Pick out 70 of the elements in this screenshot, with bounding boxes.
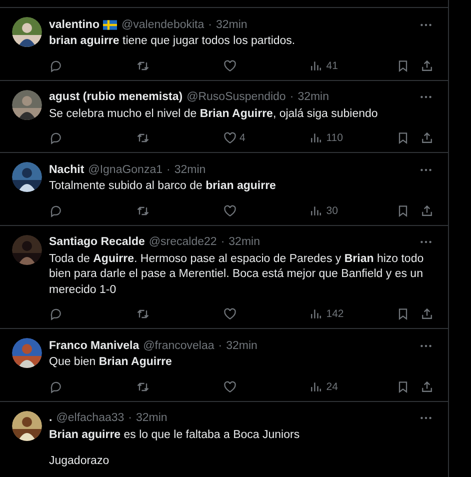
retweet-icon[interactable] (136, 307, 150, 321)
heart-icon[interactable] (222, 380, 236, 394)
view-count: 41 (326, 60, 338, 72)
share-icon[interactable] (420, 380, 434, 394)
user-handle[interactable]: @valendebokita (121, 18, 204, 30)
view-count: 142 (326, 308, 344, 320)
reply-icon[interactable] (49, 131, 63, 145)
timestamp[interactable]: 32min (298, 91, 330, 103)
share-icon[interactable] (420, 58, 434, 72)
share-icon[interactable] (420, 131, 434, 145)
tweet-text: brian aguirre tiene que jugar todos los partidos. (49, 34, 296, 49)
more-icon[interactable] (420, 416, 432, 420)
timestamp[interactable]: 32min (228, 236, 260, 248)
more-icon[interactable] (420, 95, 432, 99)
views-icon[interactable] (309, 307, 324, 321)
timestamp[interactable]: 32min (216, 18, 248, 30)
heart-icon[interactable] (222, 307, 236, 321)
user-name[interactable]: . (49, 412, 52, 424)
like-count: 4 (240, 132, 246, 144)
timestamp[interactable]: 32min (226, 340, 258, 352)
bookmark-icon[interactable] (396, 380, 410, 394)
heart-icon[interactable] (222, 58, 236, 72)
bookmark-icon[interactable] (396, 58, 410, 72)
bookmark-icon[interactable] (396, 131, 410, 145)
user-handle[interactable]: @srecalde22 (148, 236, 217, 248)
views-icon[interactable] (309, 131, 324, 145)
view-count: 24 (326, 380, 338, 392)
bookmark-icon[interactable] (396, 307, 410, 321)
separator-dot: · (166, 164, 170, 176)
tweet-text: Totalmente subido al barco de brian aguirre (49, 179, 277, 194)
separator-dot: · (218, 340, 222, 352)
more-icon[interactable] (420, 240, 432, 244)
view-count: 110 (326, 132, 343, 144)
reply-icon[interactable] (49, 204, 63, 218)
user-name[interactable]: Franco Manivela (49, 340, 140, 352)
user-name[interactable]: Nachit (49, 164, 84, 176)
heart-icon[interactable] (222, 131, 236, 145)
views-icon[interactable] (309, 58, 324, 72)
views-icon[interactable] (309, 204, 324, 218)
tweet-text: Que bien Brian Aguirre (49, 355, 173, 370)
separator-dot: · (290, 91, 294, 103)
user-name[interactable]: Santiago Recalde (49, 236, 145, 248)
share-icon[interactable] (420, 204, 434, 218)
share-icon[interactable] (420, 307, 434, 321)
tweet-text: Brian aguirre es lo que le faltaba a Boca Juniors (49, 428, 301, 442)
tweet-text: Se celebra mucho el nivel de Brian Aguirre, ojalá siga subiendo (49, 106, 379, 122)
more-icon[interactable] (420, 168, 432, 172)
view-count: 30 (326, 204, 338, 216)
reply-icon[interactable] (49, 307, 63, 321)
user-handle[interactable]: @IgnaGonza1 (88, 164, 162, 176)
separator-dot: · (208, 18, 212, 30)
user-handle[interactable]: @RusoSuspendido (186, 91, 286, 103)
timestamp[interactable]: 32min (174, 164, 206, 176)
tweet-text: Toda de Aguirre. Hermoso pase al espacio de Paredes y Brian hizo todo bien para darle el pase a Merentiel. Boca está mejor que Banfield y es un merecido 1-0 (49, 252, 425, 298)
tweet-text: Jugadorazo (49, 454, 110, 469)
retweet-icon[interactable] (136, 131, 150, 145)
user-name[interactable]: valentino (49, 18, 100, 30)
user-name[interactable]: agust (rubio menemista) (49, 91, 183, 103)
more-icon[interactable] (420, 344, 432, 348)
user-handle[interactable]: @elfachaa33 (56, 412, 124, 424)
more-icon[interactable] (420, 22, 432, 26)
separator-dot: · (220, 236, 225, 248)
separator-dot: · (128, 412, 132, 424)
bookmark-icon[interactable] (396, 204, 410, 218)
timestamp[interactable]: 32min (136, 412, 168, 424)
user-handle[interactable]: @francovelaa (143, 340, 214, 352)
heart-icon[interactable] (222, 204, 236, 218)
reply-icon[interactable] (49, 58, 63, 72)
views-icon[interactable] (309, 380, 324, 394)
reply-icon[interactable] (49, 380, 63, 394)
